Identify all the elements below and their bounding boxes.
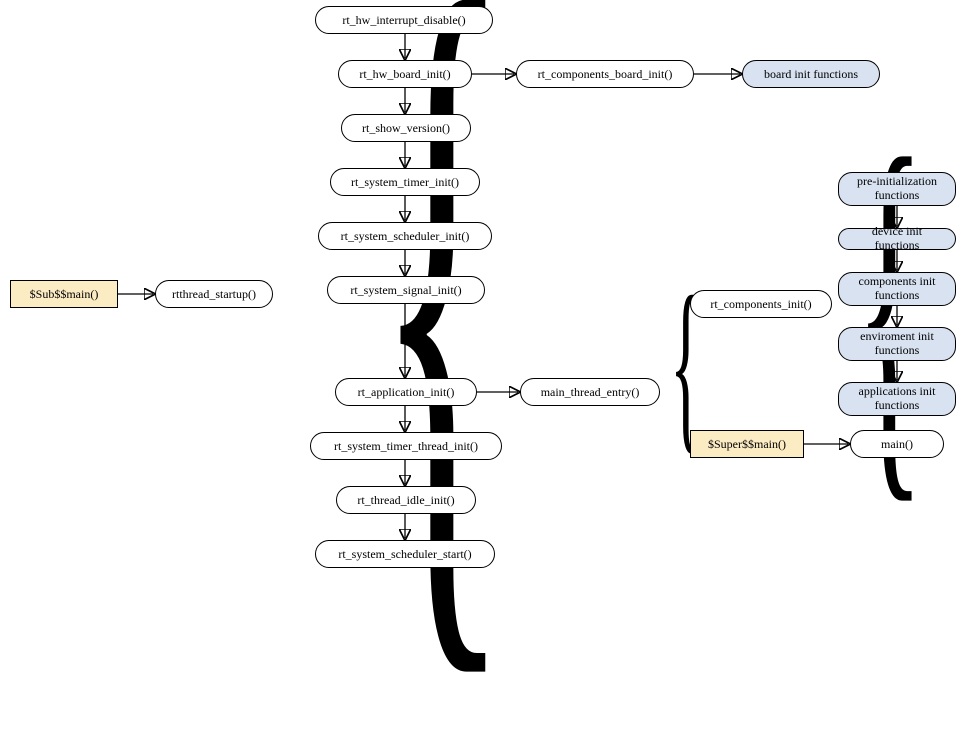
main-node: main() [850, 430, 944, 458]
comp-board-init-node: rt_components_board_init() [516, 60, 694, 88]
sub-main-node: $Sub$$main() [10, 280, 118, 308]
disable-int-node: rt_hw_interrupt_disable() [315, 6, 493, 34]
comp-init-node: rt_components_init() [690, 290, 832, 318]
timer-thread-init-node: rt_system_timer_thread_init() [310, 432, 502, 460]
timer-init-node: rt_system_timer_init() [330, 168, 480, 196]
signal-init-node: rt_system_signal_init() [327, 276, 485, 304]
board-init-node: rt_hw_board_init() [338, 60, 472, 88]
main-thread-entry-node: main_thread_entry() [520, 378, 660, 406]
pre-init-node: pre-initialization functions [838, 172, 956, 206]
app-init-node: rt_application_init() [335, 378, 477, 406]
env-init-node: enviroment init functions [838, 327, 956, 361]
board-init-funcs-node: board init functions [742, 60, 880, 88]
super-main-node: $Super$$main() [690, 430, 804, 458]
comp-init-funcs-node: components init functions [838, 272, 956, 306]
rtthread-startup-node: rtthread_startup() [155, 280, 273, 308]
app-init-funcs-node: applications init functions [838, 382, 956, 416]
device-init-node: device init functions [838, 228, 956, 250]
idle-init-node: rt_thread_idle_init() [336, 486, 476, 514]
show-version-node: rt_show_version() [341, 114, 471, 142]
scheduler-init-node: rt_system_scheduler_init() [318, 222, 492, 250]
scheduler-start-node: rt_system_scheduler_start() [315, 540, 495, 568]
